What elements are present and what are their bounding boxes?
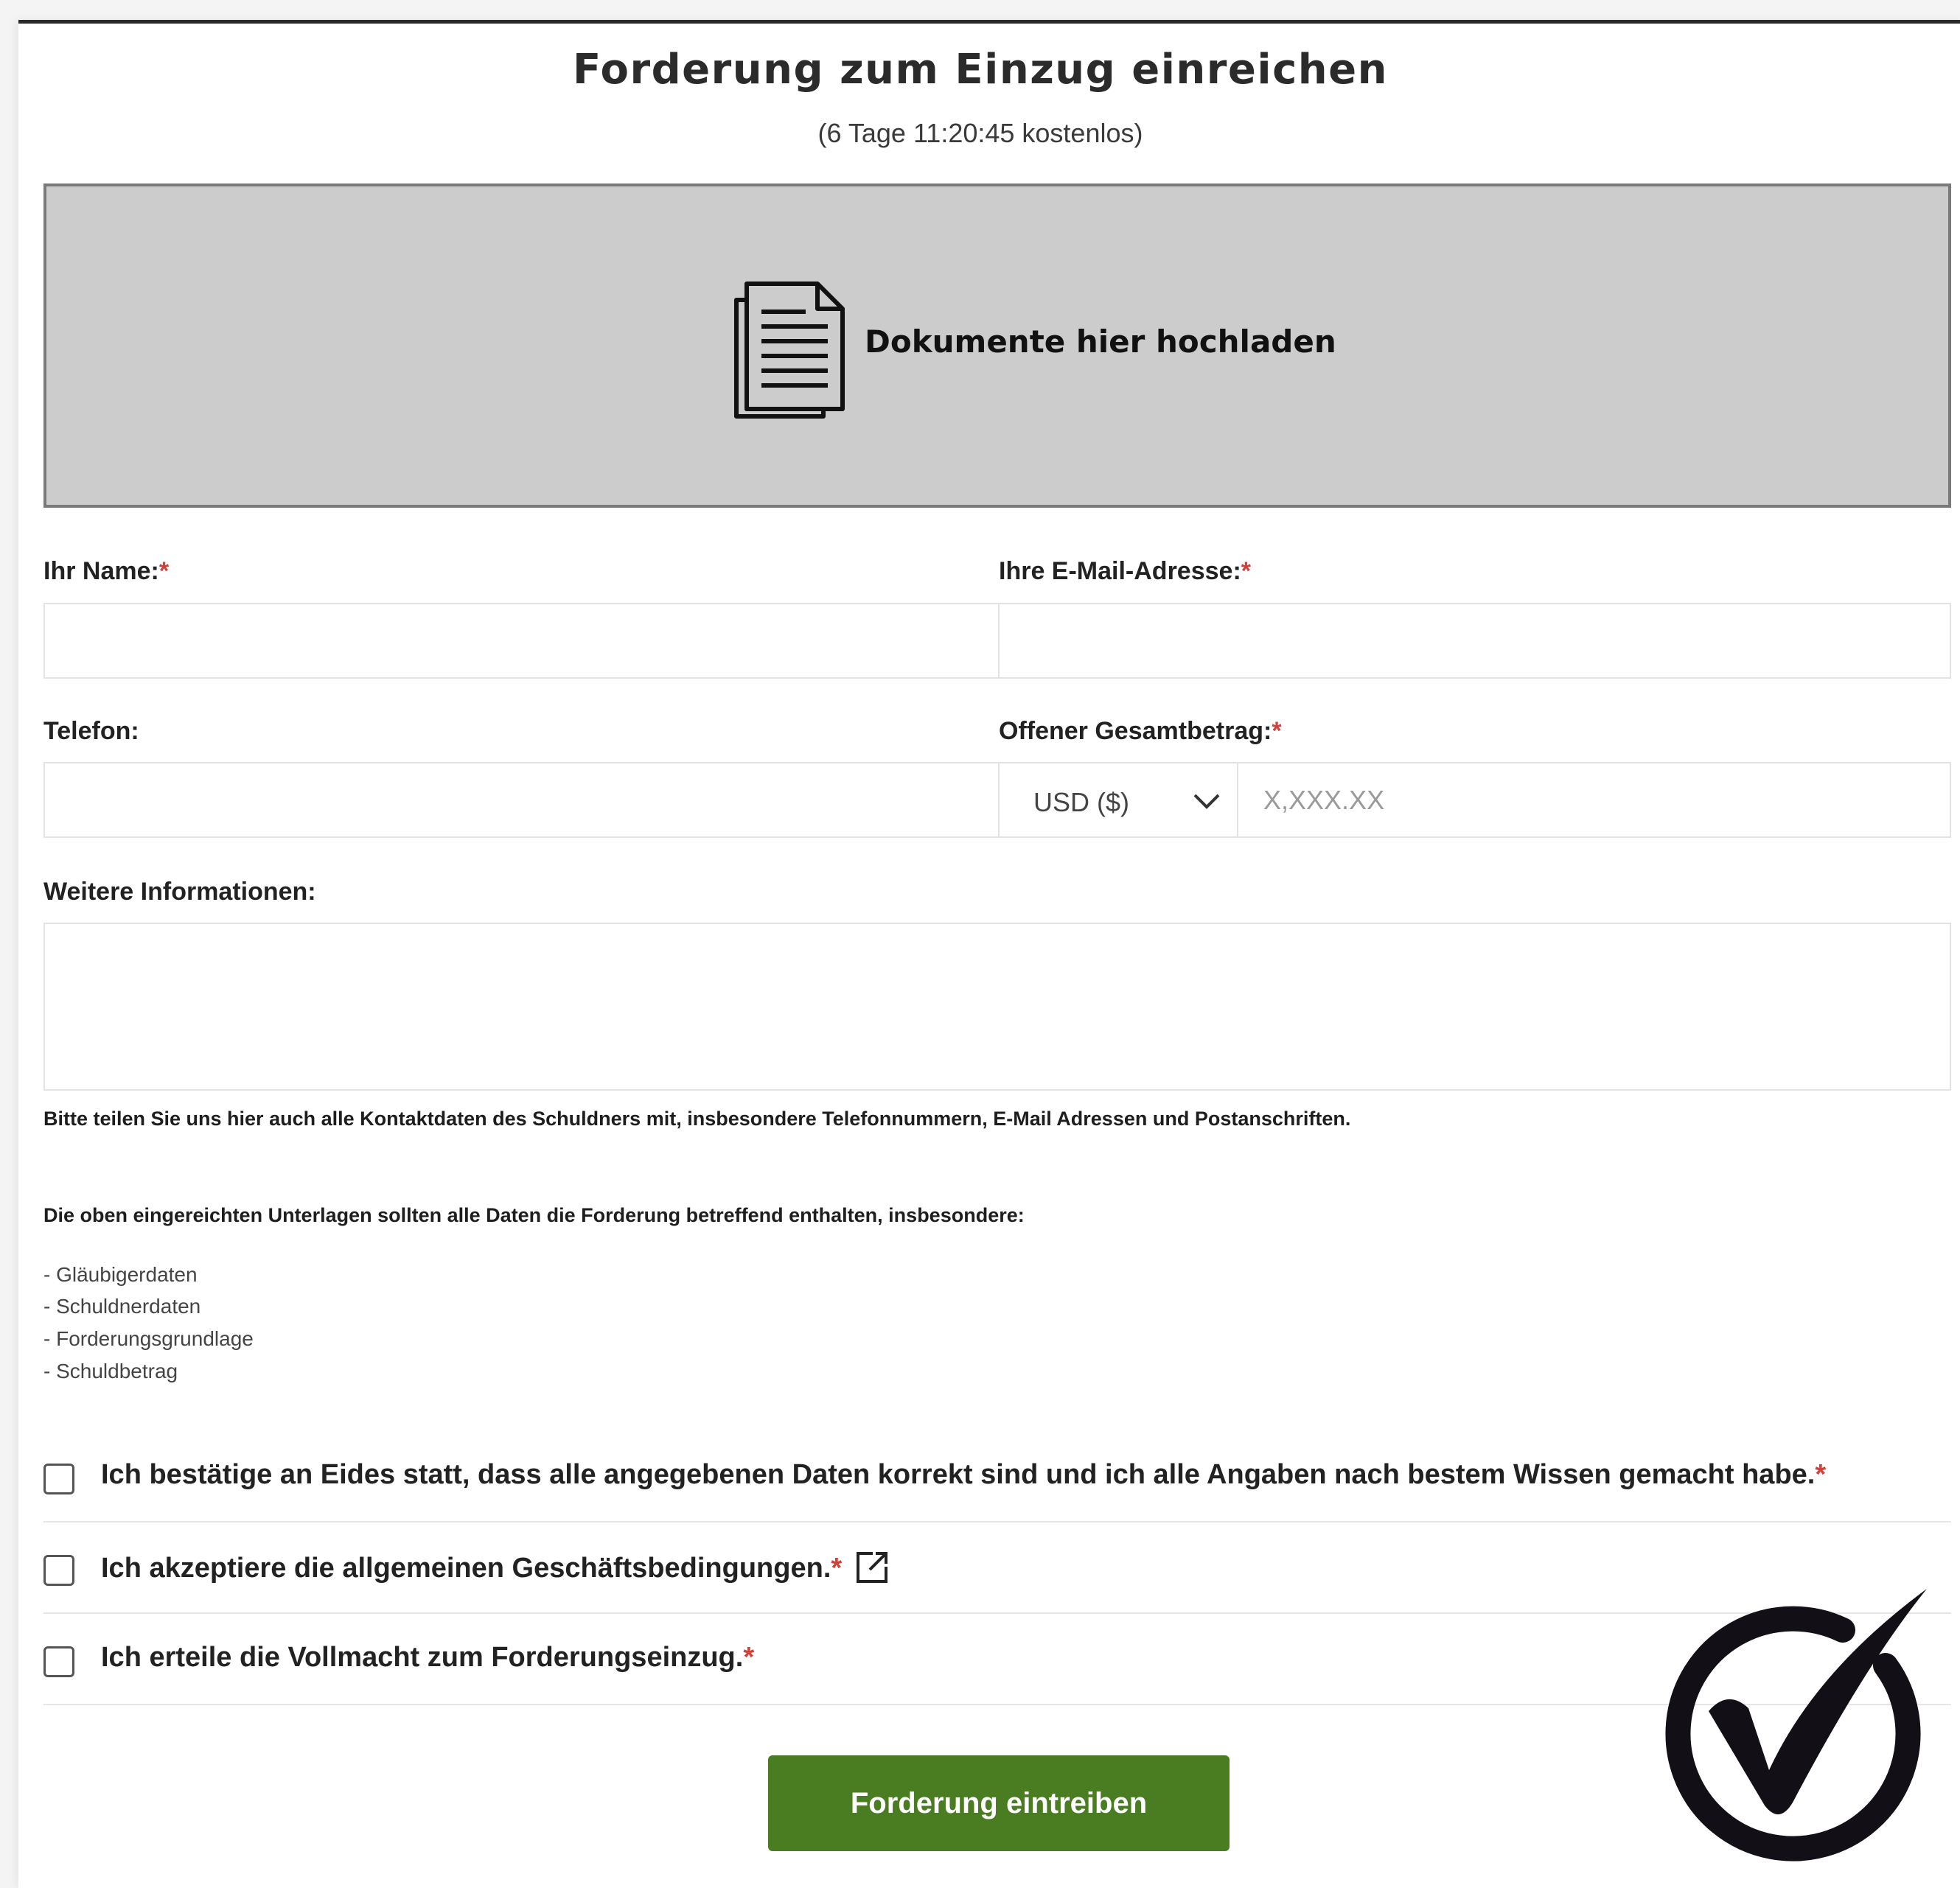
document-upload-dropzone[interactable]: Dokumente hier hochladen (43, 183, 1951, 508)
currency-value: USD ($) (1033, 787, 1130, 817)
name-field (43, 603, 1000, 679)
list-item: - Schuldnerdaten (43, 1295, 201, 1318)
oath-text: Ich bestätige an Eides statt, dass alle … (101, 1459, 1826, 1491)
amount-field (1237, 762, 1951, 838)
required-marker: * (831, 1553, 843, 1584)
free-timer-text: (6 Tage 11:20:45 kostenlos) (817, 118, 1143, 148)
list-item: - Schuldbetrag (43, 1360, 178, 1382)
amount-label-text: Offener Gesamtbetrag: (999, 717, 1272, 745)
email-label-text: Ihre E-Mail-Adresse: (999, 557, 1241, 585)
info-label: Weitere Informationen: (43, 878, 316, 906)
currency-select[interactable]: USD ($) (998, 762, 1238, 838)
info-field (43, 923, 1951, 1091)
required-marker: * (1815, 1459, 1827, 1490)
authority-label: Ich erteile die Vollmacht zum Forderungs… (101, 1642, 744, 1673)
required-marker: * (1241, 557, 1251, 585)
required-marker: * (1272, 717, 1282, 745)
info-label-text: Weitere Informationen: (43, 878, 316, 906)
terms-text: Ich akzeptiere die allgemeinen Geschäfts… (101, 1550, 889, 1584)
oath-row: Ich bestätige an Eides statt, dass alle … (43, 1430, 1951, 1522)
oath-label: Ich bestätige an Eides statt, dass alle … (101, 1459, 1816, 1490)
name-input[interactable] (45, 604, 999, 677)
email-label: Ihre E-Mail-Adresse:* (999, 557, 1251, 586)
upload-label: Dokumente hier hochladen (865, 324, 1336, 360)
contact-hint: Bitte teilen Sie uns hier auch alle Kont… (43, 1108, 1351, 1130)
oath-checkbox[interactable] (43, 1464, 74, 1494)
name-label-text: Ihr Name: (43, 557, 159, 585)
email-field (998, 603, 1951, 679)
authority-text: Ich erteile die Vollmacht zum Forderungs… (101, 1642, 754, 1674)
name-label: Ihr Name:* (43, 557, 169, 586)
documents-hint: Die oben eingereichten Unterlagen sollte… (43, 1204, 1025, 1226)
amount-label: Offener Gesamtbetrag:* (999, 717, 1282, 746)
phone-field (43, 762, 1000, 838)
submit-button[interactable]: Forderung eintreiben (768, 1755, 1230, 1851)
authority-checkbox[interactable] (43, 1646, 74, 1677)
amount-input[interactable] (1238, 763, 1950, 836)
phone-input[interactable] (45, 763, 999, 836)
checkmark-icon (1665, 1589, 1927, 1861)
email-input[interactable] (1000, 604, 1950, 677)
terms-checkbox[interactable] (43, 1555, 74, 1586)
list-item: - Gläubigerdaten (43, 1263, 198, 1286)
chevron-down-icon (1193, 794, 1220, 809)
external-link-icon[interactable] (855, 1550, 889, 1584)
terms-label: Ich akzeptiere die allgemeinen Geschäfts… (101, 1553, 831, 1584)
page-title: Forderung zum Einzug einreichen (573, 46, 1388, 94)
phone-label-text: Telefon: (43, 717, 139, 745)
required-marker: * (743, 1642, 755, 1673)
info-textarea[interactable] (45, 924, 1950, 1089)
required-marker: * (158, 557, 170, 585)
phone-label: Telefon: (43, 717, 139, 746)
list-item: - Forderungsgrundlage (43, 1327, 254, 1350)
document-icon (734, 282, 845, 419)
